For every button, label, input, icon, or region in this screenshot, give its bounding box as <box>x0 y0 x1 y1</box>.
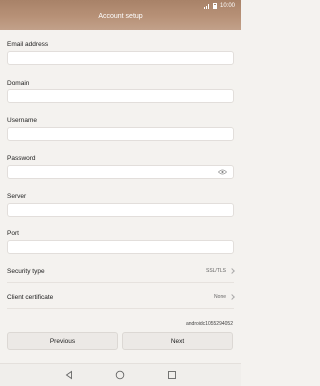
username-input[interactable] <box>8 134 233 146</box>
email-label: Email address <box>7 41 49 48</box>
security-type-label: Security type <box>7 267 45 275</box>
back-triangle-icon[interactable] <box>64 370 74 380</box>
domain-field[interactable] <box>7 89 234 108</box>
page-title: Account setup <box>98 13 143 20</box>
header-bar: 10:00 Account setup <box>0 0 241 30</box>
username-field[interactable] <box>7 127 234 146</box>
password-input[interactable] <box>8 172 233 184</box>
email-field[interactable] <box>7 51 234 70</box>
recents-square-icon[interactable] <box>167 370 177 380</box>
client-certificate-label: Client certificate <box>7 293 54 301</box>
status-bar: 10:00 <box>203 1 235 10</box>
port-input[interactable] <box>8 247 233 259</box>
device-id: androidc1055294052 <box>186 321 233 327</box>
divider <box>7 282 234 283</box>
port-label: Port <box>7 230 19 237</box>
server-field[interactable] <box>7 203 234 222</box>
client-certificate-value: None <box>214 294 226 300</box>
client-certificate-row[interactable]: Client certificate None <box>7 288 235 306</box>
server-input[interactable] <box>8 210 233 222</box>
next-button[interactable]: Next <box>122 332 233 350</box>
email-input[interactable] <box>8 58 233 70</box>
username-label: Username <box>7 117 37 124</box>
eye-icon[interactable] <box>218 169 227 175</box>
server-label: Server <box>7 193 27 200</box>
domain-input[interactable] <box>8 96 233 108</box>
previous-button[interactable]: Previous <box>7 332 118 350</box>
signal-icon <box>203 3 210 9</box>
chevron-right-icon <box>229 294 235 300</box>
password-field[interactable] <box>7 165 234 184</box>
port-field[interactable] <box>7 240 234 259</box>
password-label: Password <box>7 155 36 162</box>
chevron-right-icon <box>229 268 235 274</box>
home-circle-icon[interactable] <box>115 370 125 380</box>
battery-icon <box>212 2 217 9</box>
status-time: 10:00 <box>219 2 235 9</box>
security-type-row[interactable]: Security type SSL/TLS <box>7 262 235 280</box>
security-type-value: SSL/TLS <box>205 268 226 274</box>
divider <box>7 308 234 309</box>
navigation-bar <box>0 363 241 386</box>
domain-label: Domain <box>7 80 30 87</box>
